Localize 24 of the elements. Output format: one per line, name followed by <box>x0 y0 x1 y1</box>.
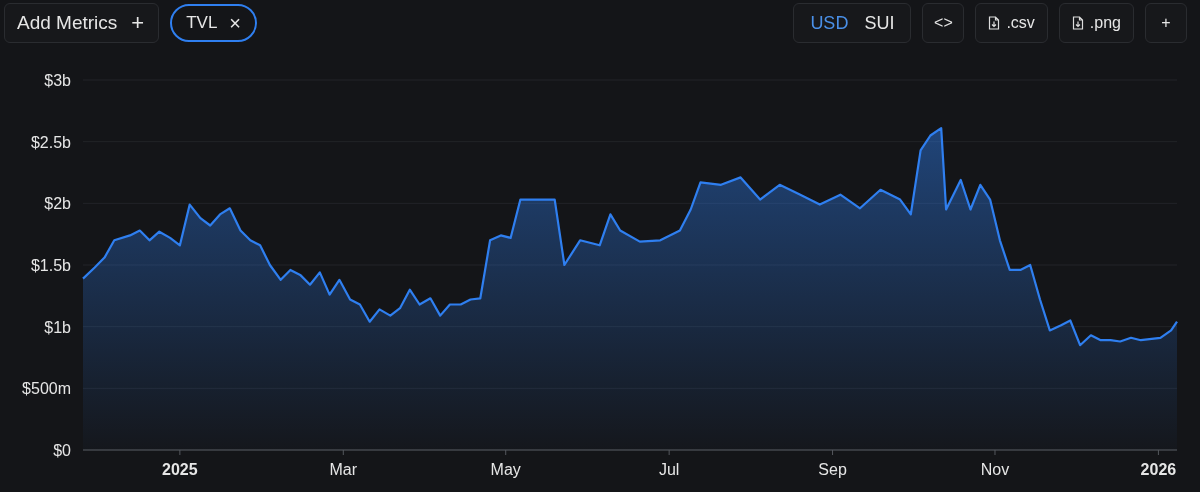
x-axis-label: Sep <box>818 461 847 478</box>
x-axis-label: 2026 <box>1140 461 1177 478</box>
y-axis-label: $3b <box>44 72 71 89</box>
unit-option[interactable]: SUI <box>858 12 901 34</box>
download-button[interactable]: .png <box>1058 3 1134 43</box>
x-axis-label: Mar <box>329 461 358 478</box>
file-download-icon <box>988 16 1001 30</box>
embed-button[interactable]: <> <box>922 3 965 43</box>
x-axis-label: Nov <box>980 461 1010 478</box>
file-download-icon <box>1071 16 1084 30</box>
add-metrics-button[interactable]: Add Metrics + <box>4 3 160 43</box>
add-button[interactable]: + <box>1145 3 1187 43</box>
y-axis-label: $500m <box>22 380 71 398</box>
x-axis-label: Jul <box>658 461 680 478</box>
download-button[interactable]: .csv <box>975 3 1048 43</box>
y-axis-label: $1b <box>44 318 71 336</box>
unit-option[interactable]: USD <box>804 12 855 34</box>
metric-tag[interactable]: TVL × <box>170 4 258 42</box>
x-axis-label: May <box>490 461 521 478</box>
y-axis-label: $2b <box>44 195 71 213</box>
y-axis-label: $2.5b <box>30 133 71 151</box>
y-axis-label: $0 <box>53 442 71 459</box>
y-axis-label: $1.5b <box>30 257 71 274</box>
x-axis-label: 2025 <box>162 461 198 478</box>
